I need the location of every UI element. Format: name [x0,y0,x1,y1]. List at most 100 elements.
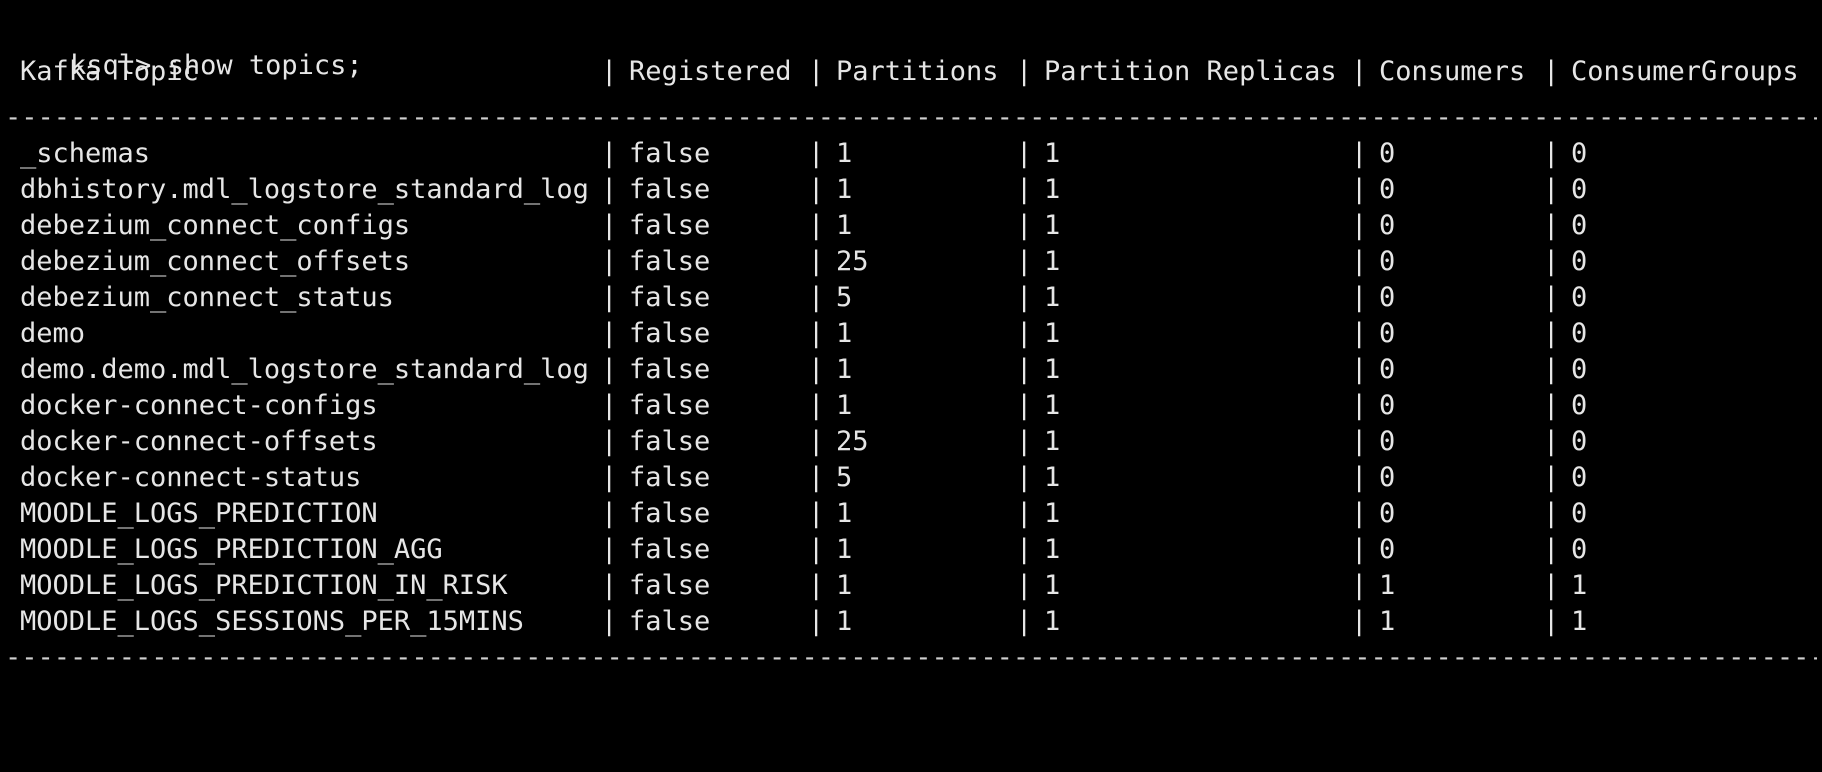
cell-registered: false [629,174,711,205]
cell-consumer-groups: 0 [1571,174,1588,205]
column-separator: | [601,462,618,493]
cell-registered: false [629,282,711,313]
column-separator: | [1351,318,1368,349]
column-separator: | [808,426,825,457]
cell-partition-replicas: 1 [1044,246,1061,277]
table-row: demo.demo.mdl_logstore_standard_log | fals… [5,352,1817,388]
table-row: debezium_connect_configs | false | 1 | 1 | 0 | 0 [5,208,1817,244]
column-separator: | [1543,56,1560,87]
table-row: MOODLE_LOGS_PREDICTION_IN_RISK | false | 1 | 1… [5,568,1817,604]
column-separator: | [1016,390,1033,421]
cell-partitions: 5 [836,282,853,313]
cell-partition-replicas: 1 [1044,534,1061,565]
table-row: MOODLE_LOGS_PREDICTION | false | 1 | 1 | 0 | 0 [5,496,1817,532]
header-partition-replicas: Partition Replicas [1044,56,1337,87]
cell-partition-replicas: 1 [1044,606,1061,637]
cell-consumer-groups: 0 [1571,390,1588,421]
column-separator: | [1351,606,1368,637]
column-separator: | [808,282,825,313]
cell-consumers: 0 [1379,246,1396,277]
cell-partition-replicas: 1 [1044,282,1061,313]
column-separator: | [1543,426,1560,457]
column-separator: | [601,210,618,241]
column-separator: | [808,606,825,637]
column-separator: | [1543,498,1560,529]
cell-kafka-topic: docker-connect-status [20,462,362,493]
cell-consumers: 0 [1379,138,1396,169]
footer-divider: ----------------------------------------… [5,642,1817,673]
column-separator: | [808,498,825,529]
column-separator: | [1016,606,1033,637]
column-separator: | [1351,570,1368,601]
cell-kafka-topic: MOODLE_LOGS_PREDICTION [20,498,378,529]
cell-registered: false [629,318,711,349]
cell-registered: false [629,426,711,457]
column-separator: | [601,606,618,637]
cell-partition-replicas: 1 [1044,210,1061,241]
command-line[interactable]: ksql> show topics; [5,0,1817,81]
cell-partitions: 1 [836,354,853,385]
column-separator: | [1351,210,1368,241]
cell-partitions: 25 [836,426,869,457]
cell-consumers: 0 [1379,174,1396,205]
column-separator: | [808,570,825,601]
table-row: MOODLE_LOGS_SESSIONS_PER_15MINS | false | 1 |… [5,604,1817,640]
cell-kafka-topic: demo.demo.mdl_logstore_standard_log [20,354,589,385]
table-body: _schemas | false | 1 | 1 | 0 | 0 dbhistory.mdl_logs… [5,136,1817,640]
cell-registered: false [629,390,711,421]
cell-consumer-groups: 0 [1571,534,1588,565]
cell-consumer-groups: 1 [1571,570,1588,601]
column-separator: | [1016,498,1033,529]
column-separator: | [1016,138,1033,169]
column-separator: | [1543,246,1560,277]
cell-partition-replicas: 1 [1044,570,1061,601]
cell-consumers: 0 [1379,318,1396,349]
cell-partition-replicas: 1 [1044,174,1061,205]
cell-kafka-topic: docker-connect-configs [20,390,378,421]
column-separator: | [1543,354,1560,385]
cell-kafka-topic: docker-connect-offsets [20,426,378,457]
header-registered: Registered [629,56,792,87]
cell-partitions: 1 [836,498,853,529]
cell-consumers: 0 [1379,498,1396,529]
cell-consumers: 0 [1379,426,1396,457]
cell-partition-replicas: 1 [1044,138,1061,169]
header-kafka-topic: Kafka Topic [20,56,199,87]
header-divider: ----------------------------------------… [5,102,1817,133]
column-separator: | [1351,498,1368,529]
column-separator: | [1351,426,1368,457]
cell-kafka-topic: dbhistory.mdl_logstore_standard_log [20,174,589,205]
column-separator: | [1016,56,1033,87]
table-row: _schemas | false | 1 | 1 | 0 | 0 [5,136,1817,172]
column-separator: | [601,534,618,565]
header-partitions: Partitions [836,56,999,87]
column-separator: | [1016,318,1033,349]
cell-consumer-groups: 1 [1571,606,1588,637]
terminal-window[interactable]: ksql> show topics; Kafka Topic | Registe… [5,0,1817,676]
column-separator: | [808,174,825,205]
column-separator: | [1016,210,1033,241]
cell-partitions: 1 [836,606,853,637]
header-consumer-groups: ConsumerGroups [1571,56,1799,87]
column-separator: | [1351,56,1368,87]
column-separator: | [601,138,618,169]
table-row: docker-connect-status | false | 5 | 1 | 0 | 0 [5,460,1817,496]
table-row: docker-connect-offsets | false | 25 | 1 | 0 | 0 [5,424,1817,460]
cell-registered: false [629,354,711,385]
cell-registered: false [629,138,711,169]
cell-partitions: 1 [836,210,853,241]
cell-kafka-topic: debezium_connect_status [20,282,394,313]
column-separator: | [601,56,618,87]
column-separator: | [1351,390,1368,421]
cell-consumers: 1 [1379,606,1396,637]
cell-consumer-groups: 0 [1571,462,1588,493]
table-row: debezium_connect_status | false | 5 | 1 | 0 | 0 [5,280,1817,316]
table-row: docker-connect-configs | false | 1 | 1 | 0 | 0 [5,388,1817,424]
column-separator: | [601,174,618,205]
cell-registered: false [629,606,711,637]
column-separator: | [601,426,618,457]
cell-consumers: 0 [1379,534,1396,565]
cell-consumer-groups: 0 [1571,246,1588,277]
column-separator: | [1351,354,1368,385]
cell-kafka-topic: MOODLE_LOGS_PREDICTION_IN_RISK [20,570,508,601]
